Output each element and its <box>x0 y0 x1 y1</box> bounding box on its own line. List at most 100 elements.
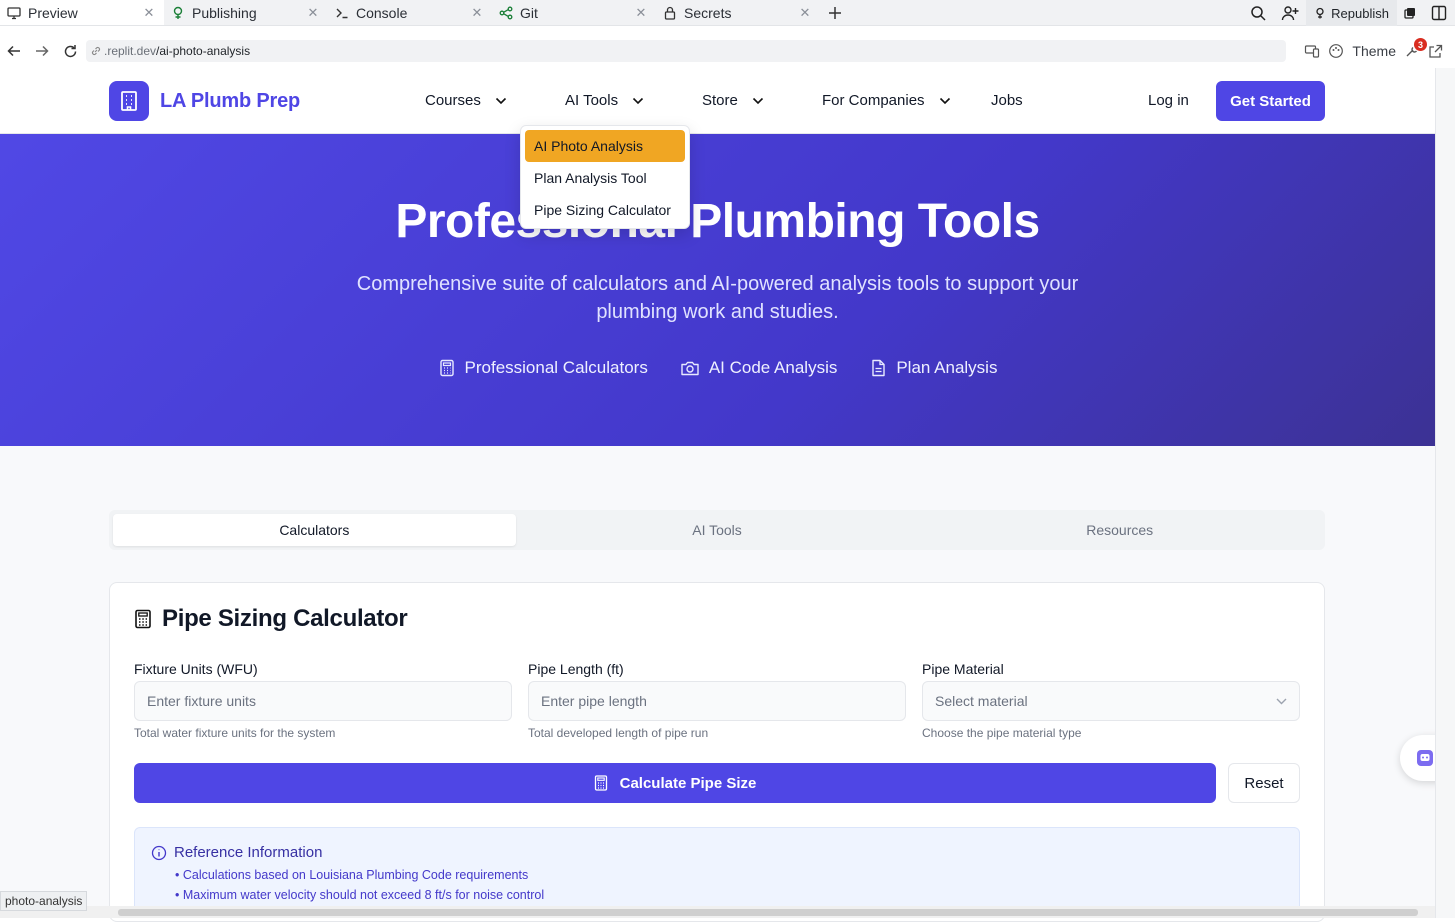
url-field[interactable]: .replit.dev/ai-photo-analysis <box>86 40 1286 62</box>
tab-git[interactable]: Git ✕ <box>492 0 656 25</box>
nav-label: For Companies <box>822 92 925 109</box>
palette-icon[interactable] <box>1328 43 1344 59</box>
menu-item-plan-analysis-tool[interactable]: Plan Analysis Tool <box>525 162 685 194</box>
nav-for-companies[interactable]: For Companies <box>822 92 951 109</box>
scrollbar-thumb[interactable] <box>118 909 1418 916</box>
menu-item-ai-photo-analysis[interactable]: AI Photo Analysis <box>525 130 685 162</box>
add-tab-button[interactable] <box>820 0 850 25</box>
tab-preview[interactable]: Preview ✕ <box>0 0 164 25</box>
site-header: LA Plumb Prep Courses AI Tools Store For… <box>0 68 1435 134</box>
calculate-label: Calculate Pipe Size <box>619 774 757 792</box>
feature-plan-analysis: Plan Analysis <box>869 358 997 378</box>
notification-badge: 3 <box>1414 38 1427 51</box>
pipe-sizing-card: Pipe Sizing Calculator Fixture Units (WF… <box>109 582 1325 922</box>
get-started-button[interactable]: Get Started <box>1216 81 1325 121</box>
monitor-icon <box>6 5 22 21</box>
reference-info: Reference Information • Calculations bas… <box>134 827 1300 917</box>
republish-button[interactable]: Republish <box>1306 0 1397 26</box>
hero-section: Professional Plumbing Tools Comprehensiv… <box>0 134 1435 446</box>
tab-label: Preview <box>28 4 78 21</box>
nav-courses[interactable]: Courses <box>425 92 507 109</box>
reference-list: • Calculations based on Louisiana Plumbi… <box>151 865 1283 905</box>
publish-icon <box>170 5 186 21</box>
document-icon <box>872 359 886 377</box>
input-placeholder: Enter pipe length <box>541 693 647 709</box>
fixture-units-field: Fixture Units (WFU) Enter fixture units … <box>134 661 512 740</box>
republish-label: Republish <box>1331 5 1389 21</box>
tools-icon[interactable]: 3 <box>1404 38 1427 59</box>
search-icon[interactable] <box>1242 0 1274 26</box>
back-icon[interactable] <box>0 37 28 65</box>
tab-publishing[interactable]: Publishing ✕ <box>164 0 328 25</box>
reference-title: Reference Information <box>151 844 1283 861</box>
horizontal-scrollbar[interactable] <box>0 906 1435 918</box>
tab-secrets[interactable]: Secrets ✕ <box>656 0 820 25</box>
fixture-units-input[interactable]: Enter fixture units <box>134 681 512 721</box>
tab-resources[interactable]: Resources <box>918 514 1321 546</box>
calculator-icon <box>439 359 454 377</box>
theme-button[interactable]: Theme <box>1352 43 1396 59</box>
menu-item-pipe-sizing-calculator[interactable]: Pipe Sizing Calculator <box>525 194 685 226</box>
input-placeholder: Enter fixture units <box>147 693 256 709</box>
split-pane-icon[interactable] <box>1423 0 1455 26</box>
terminal-icon <box>334 5 350 21</box>
feature-label: AI Code Analysis <box>708 358 838 377</box>
tab-ai-tools[interactable]: AI Tools <box>516 514 919 546</box>
nav-store[interactable]: Store <box>702 92 764 109</box>
forward-icon[interactable] <box>28 37 56 65</box>
select-value: Select material <box>935 693 1028 709</box>
workspace-tab-bar: Preview ✕ Publishing ✕ Console ✕ Git ✕ S… <box>0 0 1455 26</box>
address-actions: Theme 3 <box>1304 38 1443 62</box>
plus-icon <box>829 6 841 19</box>
open-external-icon[interactable] <box>1428 44 1443 59</box>
tabbar-actions: Republish <box>1242 0 1455 26</box>
pipe-length-input[interactable]: Enter pipe length <box>528 681 906 721</box>
login-link[interactable]: Log in <box>1148 92 1189 109</box>
close-icon[interactable]: ✕ <box>470 5 484 20</box>
tab-label: Console <box>356 4 408 21</box>
close-icon[interactable]: ✕ <box>798 5 812 20</box>
chevron-down-icon <box>752 97 763 104</box>
card-title: Pipe Sizing Calculator <box>134 605 408 633</box>
lock-icon <box>662 5 678 21</box>
hero-title: Professional Plumbing Tools <box>395 195 1040 248</box>
close-icon[interactable]: ✕ <box>634 5 648 20</box>
reference-title-text: Reference Information <box>174 844 323 861</box>
tab-label: Publishing <box>192 4 257 21</box>
nav-ai-tools[interactable]: AI Tools <box>565 92 644 109</box>
pipe-length-field: Pipe Length (ft) Enter pipe length Total… <box>528 661 906 740</box>
close-icon[interactable]: ✕ <box>142 5 156 20</box>
invite-user-icon[interactable] <box>1274 0 1306 26</box>
url-domain: .replit.dev <box>104 44 157 58</box>
feature-calculators: Professional Calculators <box>438 358 648 378</box>
building-icon <box>109 81 149 121</box>
feature-ai-code: AI Code Analysis <box>680 358 838 378</box>
tools-tabs: Calculators AI Tools Resources <box>109 510 1325 550</box>
assistant-icon <box>1417 750 1433 766</box>
brand-logo[interactable]: LA Plumb Prep <box>109 81 300 121</box>
field-hint: Total developed length of pipe run <box>528 726 709 740</box>
devices-icon[interactable] <box>1304 43 1320 59</box>
pipe-material-select[interactable]: Select material <box>922 681 1300 721</box>
list-item: • Calculations based on Louisiana Plumbi… <box>175 868 529 882</box>
tab-console[interactable]: Console ✕ <box>328 0 492 25</box>
nav-jobs[interactable]: Jobs <box>991 92 1023 109</box>
list-item: • Maximum water velocity should not exce… <box>175 888 545 902</box>
close-icon[interactable]: ✕ <box>306 5 320 20</box>
vertical-scrollbar[interactable] <box>1435 68 1455 918</box>
reset-button[interactable]: Reset <box>1228 763 1300 803</box>
chevron-down-icon <box>633 97 644 104</box>
hero-features: Professional Calculators AI Code Analysi… <box>0 358 1435 378</box>
tab-label: Git <box>520 4 538 21</box>
field-hint: Total water fixture units for the system <box>134 726 336 740</box>
reload-icon[interactable] <box>56 37 84 65</box>
field-label: Fixture Units (WFU) <box>134 661 258 677</box>
camera-icon <box>681 361 699 376</box>
field-label: Pipe Material <box>922 661 1004 677</box>
tab-calculators[interactable]: Calculators <box>113 514 516 546</box>
chevron-down-icon <box>1276 698 1287 704</box>
copy-icon[interactable] <box>1397 0 1423 26</box>
tab-label: Secrets <box>684 4 732 21</box>
nav-label: Store <box>702 92 738 109</box>
calculate-pipe-size-button[interactable]: Calculate Pipe Size <box>134 763 1216 803</box>
